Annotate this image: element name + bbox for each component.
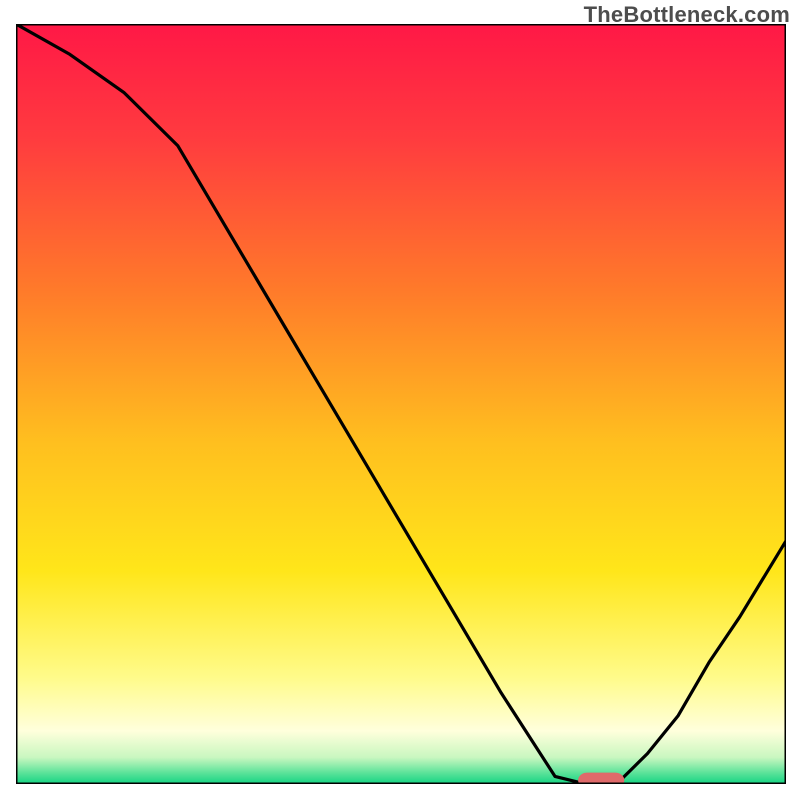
plot-background — [16, 24, 786, 784]
optimal-marker — [578, 773, 624, 784]
bottleneck-chart — [16, 24, 786, 784]
chart-container: TheBottleneck.com — [0, 0, 800, 800]
